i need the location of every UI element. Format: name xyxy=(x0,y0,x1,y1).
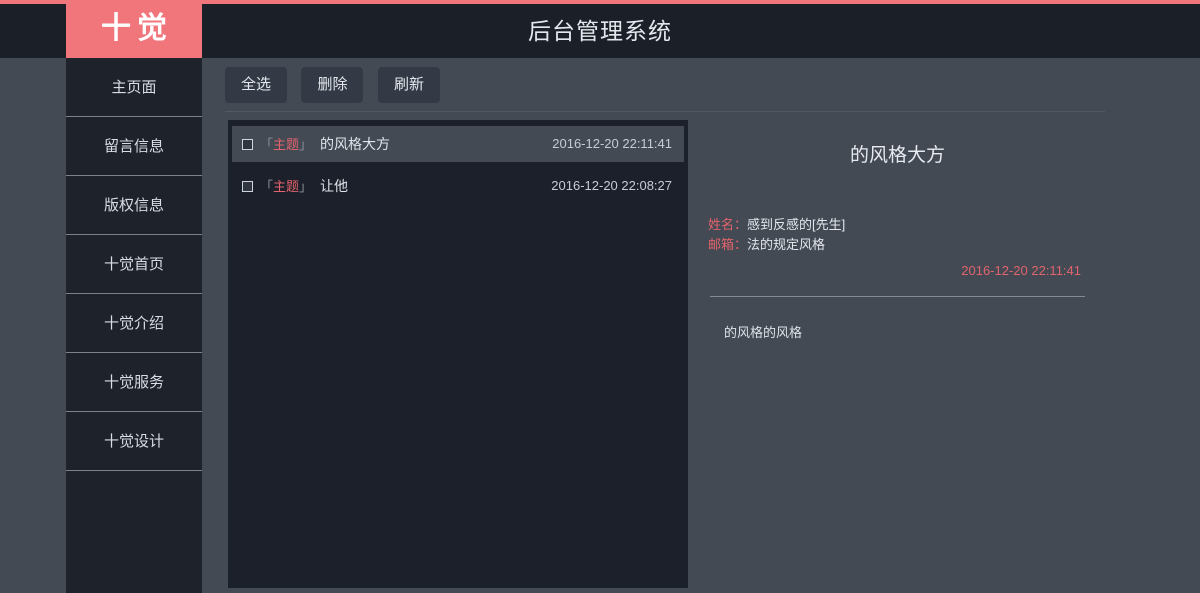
row-tag-open: 「 xyxy=(260,137,274,152)
sidebar-item-label: 主页面 xyxy=(111,79,157,96)
row-checkbox[interactable] xyxy=(242,138,253,150)
row-tag-close: 」 xyxy=(299,137,313,152)
app-logo[interactable]: 十觉 xyxy=(66,0,202,58)
sidebar-item-label: 留言信息 xyxy=(103,138,164,155)
detail-email-row: 邮箱：法的规定风格 xyxy=(708,235,1105,255)
main-content: 全选 删除 刷新 「主题」 的风格大方 2016-12-20 22:11:41 「… xyxy=(225,58,1113,593)
sidebar-item-shijue-service[interactable]: 十觉服务 xyxy=(66,353,202,412)
row-tag-open: 「 xyxy=(260,179,274,194)
sidebar-item-label: 十觉首页 xyxy=(103,256,164,273)
sidebar-item-shijue-design[interactable]: 十觉设计 xyxy=(66,412,202,471)
message-detail-panel: 的风格大方 姓名：感到反感的[先生] 邮箱：法的规定风格 2016-12-20 … xyxy=(690,120,1105,588)
message-list-panel: 「主题」 的风格大方 2016-12-20 22:11:41 「主题」 让他 201… xyxy=(228,120,688,588)
sidebar-item-shijue-intro[interactable]: 十觉介绍 xyxy=(66,294,202,353)
detail-title: 的风格大方 xyxy=(849,145,945,166)
detail-email-label: 邮箱： xyxy=(708,237,748,252)
refresh-button[interactable]: 刷新 xyxy=(377,67,440,103)
detail-email-value: 法的规定风格 xyxy=(747,237,826,252)
row-timestamp: 2016-12-20 22:08:27 xyxy=(551,178,672,193)
detail-timestamp: 2016-12-20 22:11:41 xyxy=(961,263,1081,278)
row-title: 让他 xyxy=(320,178,349,194)
sidebar-item-label: 版权信息 xyxy=(103,197,164,214)
detail-divider xyxy=(710,296,1085,297)
row-tag-text: 主题 xyxy=(273,137,300,152)
sidebar-item-messages[interactable]: 留言信息 xyxy=(66,117,202,176)
detail-body: 的风格的风格 xyxy=(724,325,803,340)
toolbar: 全选 删除 刷新 xyxy=(225,67,450,103)
toolbar-divider xyxy=(225,111,1105,112)
sidebar-item-label: 十觉设计 xyxy=(103,433,164,450)
row-tag: 「主题」 xyxy=(260,179,312,194)
select-all-button[interactable]: 全选 xyxy=(225,67,288,103)
row-tag-text: 主题 xyxy=(273,179,300,194)
row-checkbox[interactable] xyxy=(242,180,253,192)
sidebar-item-label: 十觉服务 xyxy=(103,374,164,391)
table-row[interactable]: 「主题」 让他 2016-12-20 22:08:27 xyxy=(232,168,684,204)
row-title: 的风格大方 xyxy=(320,136,391,152)
row-tag: 「主题」 xyxy=(260,137,312,152)
row-timestamp: 2016-12-20 22:11:41 xyxy=(552,136,672,151)
delete-button[interactable]: 删除 xyxy=(301,67,364,103)
detail-name-row: 姓名：感到反感的[先生] xyxy=(708,215,1105,235)
detail-name-label: 姓名： xyxy=(708,217,748,232)
sidebar-item-label: 十觉介绍 xyxy=(103,315,164,332)
detail-name-value: 感到反感的[先生] xyxy=(747,217,846,232)
detail-meta: 姓名：感到反感的[先生] 邮箱：法的规定风格 xyxy=(708,215,1105,255)
sidebar-nav: 主页面 留言信息 版权信息 十觉首页 十觉介绍 十觉服务 十觉设计 xyxy=(66,58,202,593)
sidebar-item-copyright[interactable]: 版权信息 xyxy=(66,176,202,235)
sidebar-item-home[interactable]: 主页面 xyxy=(66,58,202,117)
row-tag-close: 」 xyxy=(299,179,313,194)
table-row[interactable]: 「主题」 的风格大方 2016-12-20 22:11:41 xyxy=(232,126,684,162)
sidebar-item-shijue-home[interactable]: 十觉首页 xyxy=(66,235,202,294)
